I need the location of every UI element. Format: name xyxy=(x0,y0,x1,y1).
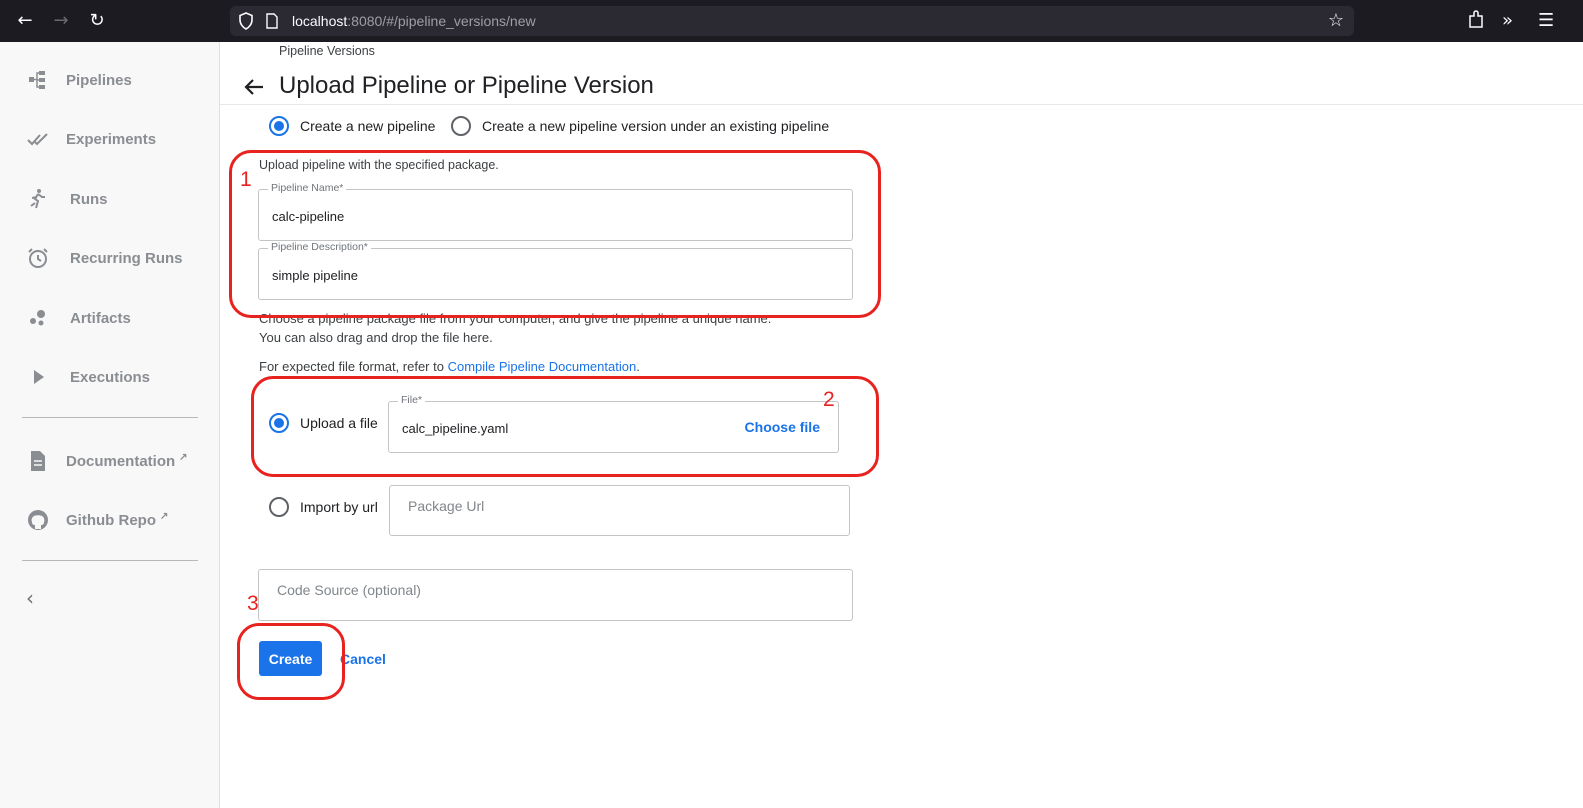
github-icon xyxy=(28,510,48,530)
cancel-button[interactable]: Cancel xyxy=(340,651,386,667)
experiments-icon xyxy=(27,133,48,146)
sidebar-item-label: Runs xyxy=(70,190,108,208)
sidebar: Pipelines Experiments Runs Recurring Run… xyxy=(0,42,220,808)
radio-create-new-version[interactable] xyxy=(451,116,471,136)
sidebar-item-label: Recurring Runs xyxy=(70,249,183,267)
external-link-icon: ↗ xyxy=(179,452,188,463)
sidebar-item-artifacts[interactable]: Artifacts xyxy=(0,298,220,338)
radio-upload-file[interactable] xyxy=(269,413,289,433)
url-path: :8080/#/pipeline_versions/new xyxy=(347,13,536,29)
bookmark-star-icon[interactable]: ☆ xyxy=(1328,10,1344,31)
sidebar-divider xyxy=(22,560,198,561)
pipelines-icon xyxy=(29,71,45,89)
format-prefix: For expected file format, refer to xyxy=(259,359,448,374)
radio-create-new-pipeline[interactable] xyxy=(269,116,289,136)
code-source-placeholder: Code Source (optional) xyxy=(277,582,421,598)
browser-toolbar: ← → ↻ localhost:8080/#/pipeline_versions… xyxy=(0,0,1583,42)
sidebar-item-runs[interactable]: Runs xyxy=(0,179,220,219)
file-field[interactable]: File* calc_pipeline.yaml Choose file xyxy=(388,394,839,453)
address-bar[interactable]: localhost:8080/#/pipeline_versions/new ☆ xyxy=(230,6,1354,36)
pipeline-name-value: calc-pipeline xyxy=(272,209,345,224)
runs-icon xyxy=(30,189,45,209)
reload-icon[interactable]: ↻ xyxy=(86,10,108,32)
sidebar-item-recurring-runs[interactable]: Recurring Runs xyxy=(0,238,220,278)
alarm-clock-icon xyxy=(28,248,48,268)
sidebar-item-label: Experiments xyxy=(66,130,157,148)
external-link-icon: ↗ xyxy=(160,511,169,522)
annotation-number-2: 2 xyxy=(823,388,835,411)
pipeline-description-field[interactable]: Pipeline Description* simple pipeline xyxy=(258,241,853,300)
radio-label-upload-file: Upload a file xyxy=(300,415,378,431)
sidebar-item-label: Documentation ↗ xyxy=(66,452,188,470)
sidebar-item-executions[interactable]: Executions xyxy=(0,357,220,397)
header-divider xyxy=(220,104,1583,105)
compile-docs-link[interactable]: Compile Pipeline Documentation xyxy=(448,359,637,374)
create-button[interactable]: Create xyxy=(259,641,322,676)
sidebar-divider xyxy=(22,417,198,418)
overflow-chevrons-icon[interactable]: » xyxy=(1502,10,1513,32)
radio-import-by-url[interactable] xyxy=(269,497,289,517)
file-label: File* xyxy=(398,394,426,406)
artifacts-icon xyxy=(30,310,45,326)
sidebar-item-pipelines[interactable]: Pipelines xyxy=(0,60,220,100)
format-text: For expected file format, refer to Compi… xyxy=(259,359,640,374)
forward-nav-icon[interactable]: → xyxy=(50,10,72,32)
page-title: Upload Pipeline or Pipeline Version xyxy=(279,72,654,99)
annotation-number-3: 3 xyxy=(247,592,259,615)
radio-label-create-new-version: Create a new pipeline version under an e… xyxy=(482,118,830,134)
pipeline-name-field[interactable]: Pipeline Name* calc-pipeline xyxy=(258,182,853,241)
file-value: calc_pipeline.yaml xyxy=(402,421,509,436)
extensions-icon[interactable] xyxy=(1467,10,1485,30)
pipeline-description-value: simple pipeline xyxy=(272,268,358,283)
sidebar-item-label: Artifacts xyxy=(70,309,131,327)
menu-hamburger-icon[interactable]: ☰ xyxy=(1538,10,1554,32)
sidebar-item-label: Github Repo ↗ xyxy=(66,511,168,529)
upload-hint: Upload pipeline with the specified packa… xyxy=(259,158,499,172)
pipeline-name-label: Pipeline Name* xyxy=(268,182,347,194)
radio-label-create-new-pipeline: Create a new pipeline xyxy=(300,118,436,134)
annotation-number-1: 1 xyxy=(240,168,252,191)
pipeline-description-label: Pipeline Description* xyxy=(268,241,371,253)
url-host: localhost xyxy=(292,13,348,29)
shield-icon xyxy=(239,12,253,30)
choose-text-line1: Choose a pipeline package file from your… xyxy=(259,311,772,326)
sidebar-item-label-text: Documentation xyxy=(66,453,176,470)
sidebar-item-label: Pipelines xyxy=(66,71,132,89)
back-arrow-icon[interactable] xyxy=(243,76,265,98)
collapse-sidebar-chevron-icon[interactable]: ‹ xyxy=(26,588,46,608)
choose-file-button[interactable]: Choose file xyxy=(745,419,820,435)
play-icon xyxy=(34,370,44,384)
back-nav-icon[interactable]: ← xyxy=(14,10,36,32)
document-icon xyxy=(31,451,45,471)
url-text: localhost:8080/#/pipeline_versions/new xyxy=(292,13,536,29)
format-suffix: . xyxy=(636,359,640,374)
package-url-input[interactable]: Package Url xyxy=(389,485,850,536)
package-url-placeholder: Package Url xyxy=(408,498,485,514)
sidebar-item-github-repo[interactable]: Github Repo ↗ xyxy=(0,500,220,540)
choose-text-line2: You can also drag and drop the file here… xyxy=(259,330,493,345)
breadcrumb[interactable]: Pipeline Versions xyxy=(279,44,375,58)
sidebar-item-documentation[interactable]: Documentation ↗ xyxy=(0,441,220,481)
sidebar-item-experiments[interactable]: Experiments xyxy=(0,119,220,159)
page-icon xyxy=(266,13,278,29)
sidebar-item-label: Executions xyxy=(70,368,151,386)
sidebar-item-label-text: Github Repo xyxy=(66,512,156,529)
code-source-input[interactable]: Code Source (optional) xyxy=(258,569,853,621)
radio-label-import-by-url: Import by url xyxy=(300,499,378,515)
